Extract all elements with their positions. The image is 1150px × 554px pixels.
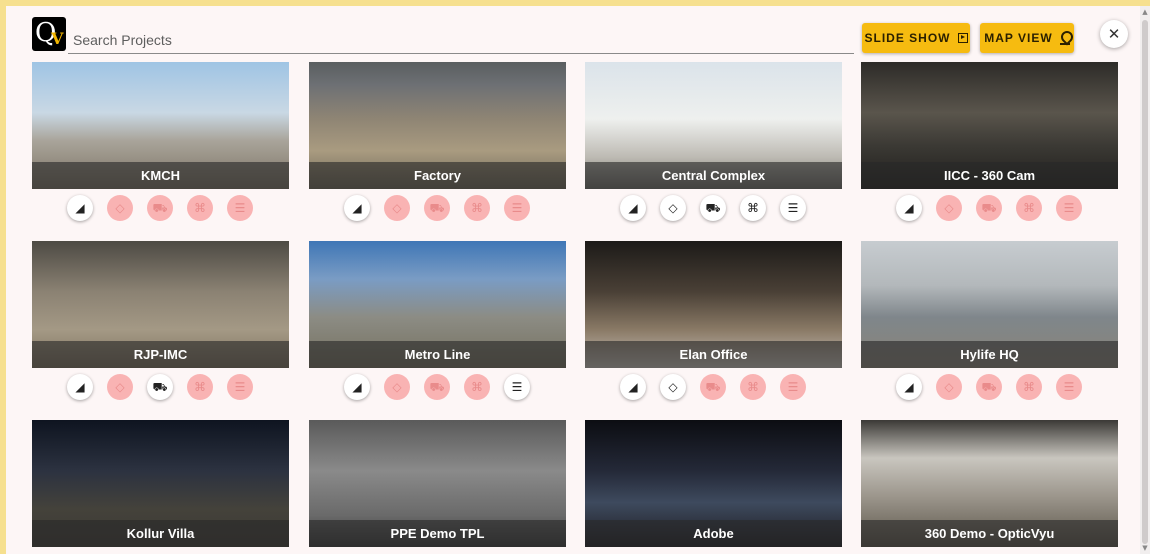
menu-icon[interactable]: ☰: [780, 195, 806, 221]
menu-icon[interactable]: ☰: [780, 374, 806, 400]
project-name: Hylife HQ: [861, 341, 1118, 368]
logo-letter-v: V: [51, 29, 64, 48]
project-card[interactable]: Central Complex: [585, 62, 842, 189]
slideshow-icon: [957, 33, 968, 43]
drone-icon[interactable]: ⌘: [464, 195, 490, 221]
scrollbar[interactable]: ▲ ▼: [1140, 6, 1150, 554]
project-card[interactable]: Hylife HQ: [861, 241, 1118, 368]
map-pin-icon: [1059, 31, 1070, 45]
truck-icon[interactable]: ⛟: [424, 374, 450, 400]
project-feature-icons: ◢ ◇ ⛟ ⌘ ☰: [620, 374, 806, 400]
project-name: Central Complex: [585, 162, 842, 189]
slide-show-label: SLIDE SHOW: [864, 31, 951, 45]
timelapse-icon[interactable]: ◇: [107, 374, 133, 400]
menu-icon[interactable]: ☰: [504, 195, 530, 221]
project-card[interactable]: Elan Office: [585, 241, 842, 368]
project-name: Factory: [309, 162, 566, 189]
camera-icon[interactable]: ◢: [620, 195, 646, 221]
search-bar: [68, 28, 854, 54]
truck-icon[interactable]: ⛟: [976, 374, 1002, 400]
camera-icon[interactable]: ◢: [896, 374, 922, 400]
project-name: Metro Line: [309, 341, 566, 368]
project-card[interactable]: PPE Demo TPL: [309, 420, 566, 547]
project-card[interactable]: KMCH: [32, 62, 289, 189]
menu-icon[interactable]: ☰: [1056, 195, 1082, 221]
project-card[interactable]: 360 Demo - OpticVyu: [861, 420, 1118, 547]
project-feature-icons: ◢ ◇ ⛟ ⌘ ☰: [896, 374, 1082, 400]
camera-icon[interactable]: ◢: [344, 374, 370, 400]
drone-icon[interactable]: ⌘: [187, 195, 213, 221]
map-view-label: MAP VIEW: [984, 31, 1053, 45]
truck-icon[interactable]: ⛟: [700, 195, 726, 221]
camera-icon[interactable]: ◢: [620, 374, 646, 400]
project-feature-icons: ◢ ◇ ⛟ ⌘ ☰: [896, 195, 1082, 221]
camera-icon[interactable]: ◢: [67, 195, 93, 221]
close-icon: ✕: [1107, 25, 1121, 43]
project-name: IICC - 360 Cam: [861, 162, 1118, 189]
menu-icon[interactable]: ☰: [1056, 374, 1082, 400]
project-feature-icons: ◢ ◇ ⛟ ⌘ ☰: [67, 195, 253, 221]
timelapse-icon[interactable]: ◇: [936, 374, 962, 400]
drone-icon[interactable]: ⌘: [187, 374, 213, 400]
truck-icon[interactable]: ⛟: [147, 374, 173, 400]
project-name: Adobe: [585, 520, 842, 547]
menu-icon[interactable]: ☰: [504, 374, 530, 400]
projects-panel: Q V SLIDE SHOW MAP VIEW ✕ KMCH ◢ ◇ ⛟ ⌘ ☰ Facto…: [6, 6, 1140, 554]
menu-icon[interactable]: ☰: [227, 374, 253, 400]
app-logo: Q V: [32, 17, 66, 51]
project-feature-icons: ◢ ◇ ⛟ ⌘ ☰: [620, 195, 806, 221]
project-feature-icons: ◢ ◇ ⛟ ⌘ ☰: [344, 374, 530, 400]
project-name: Elan Office: [585, 341, 842, 368]
map-view-button[interactable]: MAP VIEW: [980, 23, 1074, 53]
truck-icon[interactable]: ⛟: [700, 374, 726, 400]
project-card[interactable]: Metro Line: [309, 241, 566, 368]
slide-show-button[interactable]: SLIDE SHOW: [862, 23, 970, 53]
timelapse-icon[interactable]: ◇: [384, 195, 410, 221]
scroll-up-icon[interactable]: ▲: [1141, 8, 1149, 16]
scroll-down-icon[interactable]: ▼: [1141, 544, 1149, 552]
drone-icon[interactable]: ⌘: [740, 195, 766, 221]
truck-icon[interactable]: ⛟: [147, 195, 173, 221]
timelapse-icon[interactable]: ◇: [660, 195, 686, 221]
drone-icon[interactable]: ⌘: [1016, 374, 1042, 400]
project-name: KMCH: [32, 162, 289, 189]
project-card[interactable]: IICC - 360 Cam: [861, 62, 1118, 189]
drone-icon[interactable]: ⌘: [1016, 195, 1042, 221]
camera-icon[interactable]: ◢: [67, 374, 93, 400]
truck-icon[interactable]: ⛟: [976, 195, 1002, 221]
camera-icon[interactable]: ◢: [344, 195, 370, 221]
project-card[interactable]: Adobe: [585, 420, 842, 547]
project-card[interactable]: Kollur Villa: [32, 420, 289, 547]
project-card[interactable]: RJP-IMC: [32, 241, 289, 368]
project-feature-icons: ◢ ◇ ⛟ ⌘ ☰: [344, 195, 530, 221]
scrollbar-thumb[interactable]: [1142, 20, 1148, 544]
project-name: 360 Demo - OpticVyu: [861, 520, 1118, 547]
timelapse-icon[interactable]: ◇: [936, 195, 962, 221]
timelapse-icon[interactable]: ◇: [107, 195, 133, 221]
timelapse-icon[interactable]: ◇: [384, 374, 410, 400]
project-name: PPE Demo TPL: [309, 520, 566, 547]
menu-icon[interactable]: ☰: [227, 195, 253, 221]
truck-icon[interactable]: ⛟: [424, 195, 450, 221]
drone-icon[interactable]: ⌘: [740, 374, 766, 400]
project-name: RJP-IMC: [32, 341, 289, 368]
search-input[interactable]: [68, 28, 854, 52]
camera-icon[interactable]: ◢: [896, 195, 922, 221]
drone-icon[interactable]: ⌘: [464, 374, 490, 400]
project-card[interactable]: Factory: [309, 62, 566, 189]
timelapse-icon[interactable]: ◇: [660, 374, 686, 400]
project-name: Kollur Villa: [32, 520, 289, 547]
project-feature-icons: ◢ ◇ ⛟ ⌘ ☰: [67, 374, 253, 400]
close-button[interactable]: ✕: [1100, 20, 1128, 48]
